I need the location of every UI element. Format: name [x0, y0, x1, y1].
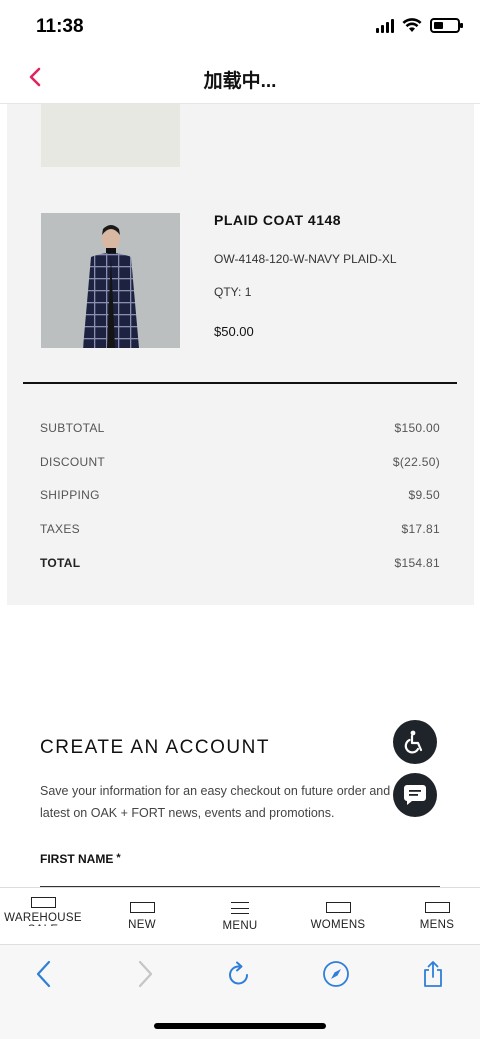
- create-account-description: Save your information for an easy checko…: [40, 780, 420, 824]
- summary-divider: [23, 382, 457, 384]
- back-arrow-icon: [36, 960, 51, 988]
- browser-back-button[interactable]: [26, 959, 60, 989]
- first-name-label: FIRST NAME *: [40, 852, 121, 866]
- tab-new[interactable]: NEW: [102, 888, 182, 945]
- battery-icon: [430, 18, 463, 33]
- accessibility-icon: [404, 730, 423, 754]
- status-bar: 11:38: [0, 0, 480, 56]
- tab-label: NEW: [128, 919, 156, 931]
- compass-icon: [323, 961, 349, 987]
- tab-warehouse-sale[interactable]: WAREHOUSE SALE: [0, 888, 86, 945]
- status-time: 11:38: [36, 16, 84, 37]
- rectangle-icon: [30, 897, 56, 908]
- product-image: [41, 213, 180, 348]
- rectangle-icon: [129, 902, 155, 913]
- quantity-label: QTY:: [214, 285, 242, 299]
- tab-mens[interactable]: MENS: [397, 888, 477, 945]
- description-line: latest on OAK + FORT news, events and pr…: [40, 806, 335, 820]
- page-title: 加载中...: [203, 71, 277, 92]
- previous-item-image: [41, 104, 180, 167]
- accessibility-button[interactable]: [393, 720, 437, 764]
- browser-forward-button[interactable]: [129, 959, 163, 989]
- product-quantity: QTY: 1: [214, 285, 251, 299]
- totals-row-total: TOTAL $154.81: [40, 556, 440, 570]
- totals-label: SUBTOTAL: [40, 421, 105, 435]
- totals-row-shipping: SHIPPING $9.50: [40, 488, 440, 502]
- status-icons: [376, 18, 463, 33]
- create-account-title: CREATE AN ACCOUNT: [40, 737, 270, 758]
- first-name-label-text: FIRST NAME: [40, 852, 114, 866]
- totals-value: $(22.50): [392, 455, 440, 469]
- product-sku: OW-4148-120-W-NAVY PLAID-XL: [214, 252, 397, 266]
- totals-value: $9.50: [408, 488, 440, 502]
- totals-label: DISCOUNT: [40, 455, 106, 469]
- totals-label: TAXES: [40, 522, 80, 536]
- totals-value: $150.00: [394, 421, 440, 435]
- rectangle-icon: [325, 902, 351, 913]
- tab-menu[interactable]: MENU: [200, 888, 280, 945]
- compass-button[interactable]: [319, 959, 353, 989]
- home-indicator: [154, 1023, 326, 1029]
- reload-icon: [229, 961, 248, 985]
- tab-label: MENU: [222, 920, 258, 932]
- quantity-value: 1: [244, 285, 252, 299]
- totals-row-subtotal: SUBTOTAL $150.00: [40, 421, 440, 435]
- totals-row-taxes: TAXES $17.81: [40, 522, 440, 536]
- forward-arrow-icon: [138, 960, 153, 988]
- cellular-signal-icon: [376, 18, 394, 33]
- hamburger-icon: [231, 902, 249, 914]
- tab-label: WAREHOUSE SALE: [4, 912, 82, 926]
- nav-header: 加载中...: [0, 56, 480, 104]
- product-name: PLAID COAT 4148: [214, 212, 342, 228]
- chat-button[interactable]: [393, 773, 437, 817]
- required-marker: *: [116, 852, 121, 864]
- totals-value: $154.81: [394, 556, 440, 570]
- totals-label: TOTAL: [40, 556, 81, 570]
- totals-row-discount: DISCOUNT $(22.50): [40, 455, 440, 469]
- wifi-icon: [402, 18, 422, 32]
- bottom-tab-bar: WAREHOUSE SALE NEW MENU WOMENS MENS: [0, 887, 480, 944]
- chat-icon: [404, 785, 426, 805]
- tab-label: WOMENS: [310, 919, 366, 931]
- totals-value: $17.81: [401, 522, 440, 536]
- first-name-field[interactable]: [40, 874, 440, 887]
- share-icon: [424, 961, 442, 987]
- product-price: $50.00: [214, 324, 254, 339]
- totals-label: SHIPPING: [40, 488, 100, 502]
- reload-button[interactable]: [222, 959, 256, 989]
- tab-label: MENS: [419, 919, 455, 931]
- tab-womens[interactable]: WOMENS: [298, 888, 378, 945]
- description-line: Save your information for an easy checko…: [40, 784, 391, 798]
- rectangle-icon: [424, 902, 450, 913]
- share-button[interactable]: [416, 959, 450, 989]
